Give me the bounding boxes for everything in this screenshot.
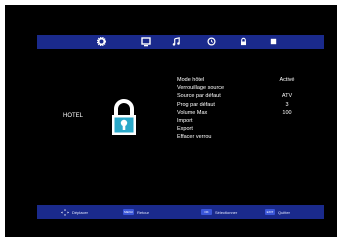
menu-item-label: Volume Max bbox=[177, 109, 208, 116]
menu-item-clear-lock[interactable]: Effacer verrou bbox=[177, 133, 327, 141]
hint-back-label: Retour bbox=[137, 209, 150, 215]
dpad-icon bbox=[61, 208, 69, 216]
ok-key-badge: OK bbox=[201, 209, 212, 215]
menu-item-value: 3 bbox=[285, 101, 289, 108]
menu-item-export[interactable]: Export bbox=[177, 125, 327, 133]
hint-move-label: Déplacer bbox=[72, 209, 89, 215]
menu-item-value: ATV bbox=[281, 93, 293, 100]
menu-item-import[interactable]: Import bbox=[177, 117, 327, 125]
hotel-settings-menu: Mode hôtel Activé Verrouillage source So… bbox=[177, 76, 327, 142]
menu-item-volume-max[interactable]: Volume Max 100 bbox=[177, 109, 327, 117]
menu-item-source-lock[interactable]: Verrouillage source bbox=[177, 84, 327, 92]
clock-icon[interactable] bbox=[205, 36, 217, 48]
hint-select: OK Sélectionner bbox=[201, 208, 237, 216]
menu-item-value: Activé bbox=[279, 77, 295, 83]
menu-item-hotel-mode[interactable]: Mode hôtel Activé bbox=[177, 76, 327, 84]
hint-back: MENU Retour bbox=[123, 208, 149, 216]
gear-icon[interactable] bbox=[95, 36, 107, 48]
menu-item-label: Export bbox=[177, 126, 193, 133]
square-icon[interactable] bbox=[267, 36, 279, 48]
menu-item-default-source[interactable]: Source par défaut ATV bbox=[177, 92, 327, 100]
hotel-title: HOTEL bbox=[63, 113, 84, 119]
lock-icon[interactable] bbox=[237, 36, 249, 48]
tv-screen: HOTEL Mode hôtel Activé Verrouillage sou… bbox=[5, 5, 337, 237]
menu-item-label: Mode hôtel bbox=[177, 77, 205, 83]
hint-select-label: Sélectionner bbox=[215, 209, 238, 215]
menu-item-label: Source par défaut bbox=[177, 93, 221, 100]
hint-exit: EXIT Quitter bbox=[265, 208, 290, 216]
hint-exit-label: Quitter bbox=[278, 209, 291, 215]
menu-item-label: Effacer verrou bbox=[177, 134, 212, 141]
hint-move: Déplacer bbox=[61, 208, 88, 216]
exit-key-badge: EXIT bbox=[265, 209, 275, 215]
menu-item-label: Import bbox=[177, 117, 193, 124]
menu-item-label: Prog par défaut bbox=[177, 101, 215, 108]
padlock-icon bbox=[112, 99, 136, 135]
menu-item-value: 100 bbox=[282, 109, 292, 116]
menu-key-badge: MENU bbox=[123, 209, 134, 215]
music-note-icon[interactable] bbox=[170, 36, 182, 48]
menu-item-label: Verrouillage source bbox=[177, 85, 225, 92]
monitor-icon[interactable] bbox=[140, 36, 152, 48]
menu-tab-bar bbox=[37, 35, 324, 49]
menu-item-default-prog[interactable]: Prog par défaut 3 bbox=[177, 101, 327, 109]
key-hint-bar: Déplacer MENU Retour OK Sélectionner EXI… bbox=[37, 205, 324, 219]
